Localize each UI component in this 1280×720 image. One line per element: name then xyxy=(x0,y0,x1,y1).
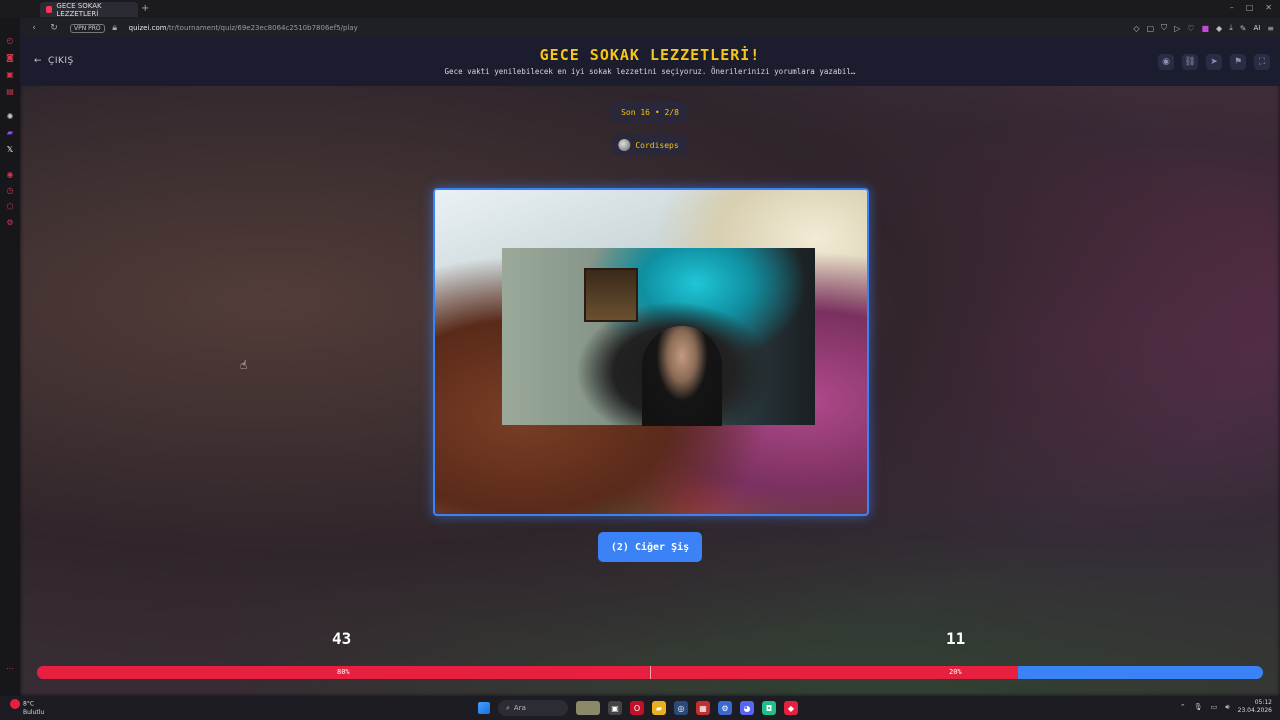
volume-icon[interactable]: 🔊︎ xyxy=(1225,703,1229,712)
extension-icon[interactable]: ■ xyxy=(1201,24,1209,33)
network-icon[interactable]: ▭ xyxy=(1211,703,1218,711)
browser-tab[interactable]: GECE SOKAK LEZZETLERİ xyxy=(40,1,138,18)
wall-painting xyxy=(584,268,638,322)
shield-icon[interactable]: ⛉ xyxy=(1161,23,1167,33)
opera-icon[interactable]: O xyxy=(630,701,644,715)
clock-icon[interactable]: ◷ xyxy=(5,186,15,196)
quiz-header: ← ÇIKIŞ GECE SOKAK LEZZETLERİ! Gece vakt… xyxy=(20,38,1280,86)
streamer xyxy=(642,326,722,426)
settings-icon[interactable]: ⚙ xyxy=(5,218,15,228)
search-icon: ⌕ xyxy=(506,703,510,712)
url-host: quizei.com xyxy=(128,24,167,32)
author-badge[interactable]: Cordiseps xyxy=(611,134,689,156)
weather-icon xyxy=(10,699,20,709)
address-bar: ‹ ↻ VPN PRO 🔒︎ quizei.com/tr/tournament/… xyxy=(20,18,1280,38)
clock-time: 05:12 xyxy=(1254,699,1272,706)
chat-icon[interactable]: ▣ xyxy=(5,70,15,80)
page-subtitle: Gece vakti yenilebilecek en iyi sokak le… xyxy=(444,67,856,76)
clock-date: 23.04.2026 xyxy=(1237,707,1272,714)
extension-icons: ◇ ▢ ⛉ ▷ ♡ ■ ◆ ⤓ ✎ AI ≡ xyxy=(1133,23,1274,33)
history-icon[interactable]: ◴ xyxy=(5,36,15,46)
fullscreen-icon[interactable]: ⛶ xyxy=(1254,54,1270,70)
new-tab-button[interactable]: + xyxy=(141,3,149,14)
taskbar: 8°C Bulutlu ⌕ Ara ▣ O ▰ ◎ ▦ ⚙ ◕ ◘ ◆ ⌃ 🎙︎… xyxy=(0,696,1280,720)
play-icon[interactable]: ▷ xyxy=(1174,24,1180,33)
link-icon[interactable]: ⛓ xyxy=(1182,54,1198,70)
webcam-overlay xyxy=(502,248,815,426)
header-actions: ◉ ⛓ ➤ ⚑ ⛶ xyxy=(1158,54,1270,70)
reload-icon[interactable]: ↻ xyxy=(48,23,60,33)
download-icon[interactable]: ⤓ xyxy=(1229,23,1233,33)
right-vote-percent: 20% xyxy=(949,668,962,676)
back-arrow-icon[interactable]: ‹ xyxy=(28,23,40,33)
taskbar-search[interactable]: ⌕ Ara xyxy=(498,700,568,716)
app-icon[interactable]: ◘ xyxy=(762,701,776,715)
ai-button[interactable]: AI xyxy=(1253,24,1260,32)
windows-start-icon[interactable] xyxy=(478,702,490,714)
weather-widget[interactable]: 8°C Bulutlu xyxy=(10,699,44,717)
tab-favicon-icon xyxy=(46,6,53,13)
more-icon[interactable]: ⋯ xyxy=(5,664,15,674)
lock-icon: 🔒︎ xyxy=(112,23,118,33)
page-title: GECE SOKAK LEZZETLERİ! xyxy=(539,46,761,64)
mouse-cursor-icon: ☝ xyxy=(240,358,248,372)
clock[interactable]: 05:12 23.04.2026 xyxy=(1238,699,1272,715)
wallet-icon[interactable]: ▤ xyxy=(5,87,15,97)
folder-icon[interactable]: ▰ xyxy=(652,701,666,715)
left-vote-fill xyxy=(37,666,1018,679)
tab-title: GECE SOKAK LEZZETLERİ xyxy=(56,1,102,18)
maximize-button[interactable]: □ xyxy=(1246,3,1254,12)
menu-icon[interactable]: ≡ xyxy=(1267,24,1274,33)
left-vote-percent: 80% xyxy=(337,668,350,676)
task-view-icon[interactable]: ▣ xyxy=(608,701,622,715)
tab-icon[interactable]: ▢ xyxy=(1147,24,1155,33)
left-vote-count: 43 xyxy=(332,629,352,648)
cube-icon[interactable]: ⬡ xyxy=(5,202,15,212)
choice-image-card[interactable] xyxy=(433,188,869,516)
browser-sidebar: ◴ ◙ ▣ ▤ ✺ ▰ 𝕏 ◉ ◷ ⬡ ⚙ ⋯ xyxy=(0,18,20,696)
right-vote-count: 11 xyxy=(946,629,966,648)
x-icon[interactable]: 𝕏 xyxy=(5,145,15,155)
taskbar-apps: ⌕ Ara ▣ O ▰ ◎ ▦ ⚙ ◕ ◘ ◆ xyxy=(478,700,798,716)
bar-midpoint xyxy=(650,666,651,679)
weather-temp: 8°C xyxy=(23,700,35,708)
mic-icon[interactable]: 🎙︎ xyxy=(1194,703,1203,711)
weather-desc: Bulutlu xyxy=(23,709,45,716)
bookmark-icon[interactable]: ◇ xyxy=(1133,24,1139,33)
twitch-icon[interactable]: ▰ xyxy=(5,128,15,138)
chevron-up-icon[interactable]: ⌃ xyxy=(1180,703,1186,711)
bag-icon[interactable]: ◙ xyxy=(5,53,15,63)
url-path: /tr/tournament/quiz/69e23ec8064c2510b780… xyxy=(166,24,358,32)
edit-icon[interactable]: ✎ xyxy=(1240,24,1247,33)
vpn-badge[interactable]: VPN PRO xyxy=(70,23,105,33)
red-app-icon[interactable]: ◆ xyxy=(784,701,798,715)
round-indicator: Son 16 • 2/8 xyxy=(610,102,690,123)
search-label: Ara xyxy=(513,704,526,712)
widget-icon[interactable] xyxy=(576,701,600,715)
calendar-icon[interactable]: ▦ xyxy=(696,701,710,715)
close-button[interactable]: ✕ xyxy=(1265,3,1272,12)
flag-icon[interactable]: ⚑ xyxy=(1230,54,1246,70)
circle-icon[interactable]: ◉ xyxy=(5,170,15,180)
quiz-page: ← ÇIKIŞ GECE SOKAK LEZZETLERİ! Gece vakt… xyxy=(20,38,1280,696)
steam-icon[interactable]: ◎ xyxy=(674,701,688,715)
avatar xyxy=(618,139,631,151)
choice-button[interactable]: (2) Ciğer Şiş xyxy=(598,532,702,562)
vote-progress-bar: 80% 20% xyxy=(37,666,1263,679)
system-tray: ⌃ 🎙︎ ▭ 🔊︎ 05:12 23.04.2026 xyxy=(1180,699,1272,715)
discord-icon[interactable]: ◕ xyxy=(740,701,754,715)
gpt-icon[interactable]: ✺ xyxy=(5,112,15,122)
author-name: Cordiseps xyxy=(635,140,679,150)
puzzle-icon[interactable]: ◆ xyxy=(1216,24,1222,33)
minimize-button[interactable]: – xyxy=(1230,3,1234,12)
url-field[interactable]: quizei.com/tr/tournament/quiz/69e23ec806… xyxy=(129,24,358,32)
eye-icon[interactable]: ◉ xyxy=(1158,54,1174,70)
send-icon[interactable]: ➤ xyxy=(1206,54,1222,70)
heart-icon[interactable]: ♡ xyxy=(1187,24,1194,33)
browser-tabbar: GECE SOKAK LEZZETLERİ + – □ ✕ xyxy=(0,0,1280,18)
window-controls: – □ ✕ xyxy=(1230,3,1272,12)
settings-app-icon[interactable]: ⚙ xyxy=(718,701,732,715)
